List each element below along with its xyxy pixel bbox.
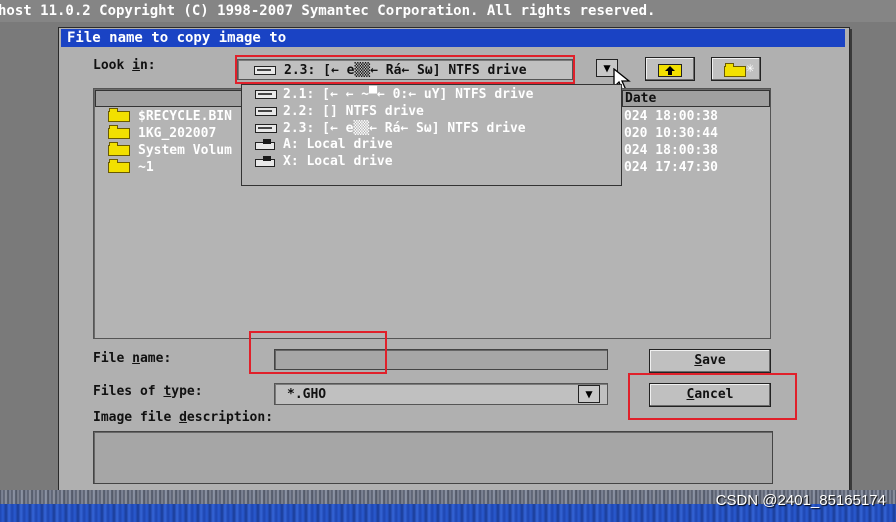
files-of-type-label: Files of type:: [93, 384, 203, 399]
up-one-level-button[interactable]: [645, 57, 695, 81]
local-drive-icon: [255, 155, 277, 168]
folder-icon: [108, 108, 130, 122]
new-folder-icon: [724, 63, 746, 77]
dropdown-item[interactable]: 2.1: [← ← ~▀← 0:← uY] NTFS drive: [255, 87, 533, 104]
local-drive-icon: [255, 138, 277, 151]
save-button[interactable]: Save: [649, 349, 771, 373]
hard-drive-icon: [255, 90, 277, 99]
list-item[interactable]: 1KG_202007: [108, 125, 216, 143]
dropdown-item[interactable]: A: Local drive: [255, 137, 393, 154]
folder-icon: [108, 159, 130, 173]
folder-icon: [108, 125, 130, 139]
folder-up-icon: [658, 64, 682, 77]
files-of-type-combo[interactable]: *.GHO: [274, 383, 608, 405]
look-in-dropdown-list[interactable]: 2.1: [← ← ~▀← 0:← uY] NTFS drive 2.2: []…: [241, 84, 622, 186]
dropdown-item[interactable]: 2.2: [] NTFS drive: [255, 104, 424, 121]
new-folder-button[interactable]: ✳: [711, 57, 761, 81]
watermark: CSDN @2401_85165174: [715, 492, 886, 509]
hard-drive-icon: [254, 66, 276, 75]
dropdown-item[interactable]: 2.3: [← e▒▒← Rá← Sω] NTFS drive: [255, 121, 526, 138]
look-in-label: Look in:: [93, 58, 156, 73]
copyright-text: host 11.0.2 Copyright (C) 1998-2007 Syma…: [0, 3, 656, 19]
folder-icon: [108, 142, 130, 156]
image-description-input[interactable]: [93, 431, 773, 484]
look-in-combo[interactable]: 2.3: [← e▒▒← Rá← Sω] NTFS drive: [237, 59, 573, 80]
triangle-down-icon: ▼: [585, 387, 593, 401]
file-date: 024 17:47:30: [624, 160, 718, 175]
hard-drive-icon: [255, 124, 277, 133]
list-item[interactable]: System Volum: [108, 142, 232, 160]
list-item[interactable]: $RECYCLE.BIN: [108, 108, 232, 126]
hard-drive-icon: [255, 107, 277, 116]
image-description-label: Image file description:: [93, 410, 274, 425]
dropdown-item[interactable]: X: Local drive: [255, 154, 393, 171]
file-name-input[interactable]: [274, 349, 608, 370]
column-header-date[interactable]: Date: [622, 90, 770, 107]
file-date: 024 18:00:38: [624, 143, 718, 158]
list-item[interactable]: ~1: [108, 159, 154, 177]
file-date: 020 10:30:44: [624, 126, 718, 141]
file-name-label: File name:: [93, 351, 172, 366]
files-of-type-value: *.GHO: [287, 387, 327, 402]
save-image-dialog: File name to copy image to Look in: 2.3:…: [58, 27, 850, 492]
files-of-type-dropdown-button[interactable]: ▼: [578, 385, 600, 403]
sparkle-icon: ✳: [746, 60, 755, 76]
file-date: 024 18:00:38: [624, 109, 718, 124]
dialog-title: File name to copy image to: [61, 29, 845, 47]
triangle-down-icon: ▼: [603, 61, 611, 75]
app-header-bar: host 11.0.2 Copyright (C) 1998-2007 Syma…: [0, 0, 896, 22]
cancel-button[interactable]: Cancel: [649, 383, 771, 407]
look-in-value: 2.3: [← e▒▒← Rá← Sω] NTFS drive: [284, 63, 527, 78]
